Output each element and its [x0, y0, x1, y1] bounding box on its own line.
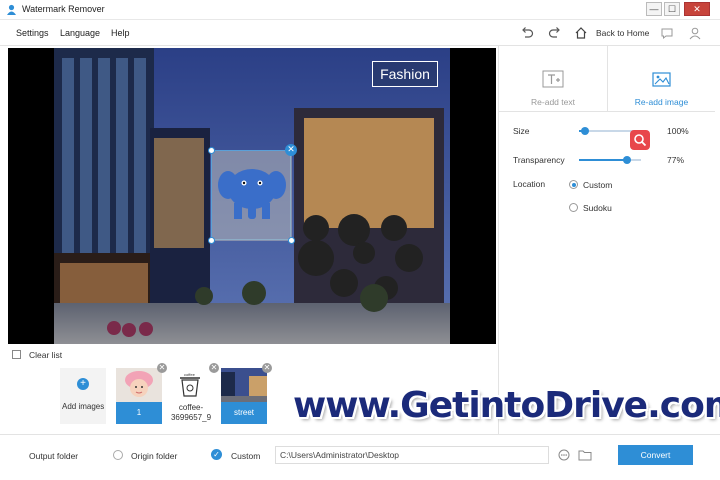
location-label: Location [513, 179, 546, 189]
remove-file-icon[interactable]: ✕ [157, 363, 167, 373]
convert-button[interactable]: Convert [618, 445, 693, 465]
output-bar: Output folder Origin folder ✓ Custom Con… [0, 434, 720, 480]
transparency-slider[interactable] [579, 156, 641, 164]
location-sudoku-label: Sudoku [583, 203, 612, 213]
origin-folder-radio[interactable] [113, 450, 123, 460]
transparency-slider-knob[interactable] [622, 156, 631, 164]
close-window-button[interactable]: ✕ [684, 2, 710, 16]
tab-re-add-text[interactable]: Re-add text [499, 46, 607, 112]
home-icon[interactable] [574, 26, 588, 40]
transparency-value: 77% [667, 155, 685, 165]
file-thumb-2[interactable]: coffee coffee-3699657_9 ✕ [168, 363, 219, 424]
back-to-home-link[interactable]: Back to Home [596, 28, 649, 38]
resize-handle-top-left[interactable] [208, 147, 215, 154]
thumb-caption-1: 1 [116, 402, 162, 424]
image-watermark-selection[interactable] [211, 150, 292, 241]
plus-icon: + [77, 378, 89, 390]
redo-icon[interactable] [548, 26, 562, 40]
menu-help[interactable]: Help [111, 28, 130, 38]
site-watermark-text: www.GetintoDrive.com [293, 385, 720, 426]
user-icon[interactable] [688, 26, 702, 40]
thumb-image-baby [116, 368, 162, 402]
custom-folder-radio[interactable]: ✓ [211, 449, 222, 460]
settings-panel: Re-add text Re-add image Size 100% Trans… [498, 46, 720, 434]
thumb-caption-2: coffee-3699657_9 [170, 403, 212, 422]
remove-file-icon[interactable]: ✕ [262, 363, 272, 373]
elephant-watermark [212, 151, 292, 241]
clear-list-checkbox[interactable] [12, 350, 21, 359]
transparency-label: Transparency [513, 155, 565, 165]
title-bar: Watermark Remover — ☐ ✕ [0, 0, 720, 20]
tab-re-add-image[interactable]: Re-add image [607, 46, 715, 112]
transparency-slider-fill [579, 159, 627, 161]
image-icon [652, 72, 671, 87]
add-images-button[interactable]: + Add images [60, 368, 106, 424]
folder-icon[interactable] [578, 449, 592, 461]
file-thumb-3[interactable]: street ✕ [221, 363, 272, 424]
text-watermark[interactable]: Fashion [372, 61, 438, 87]
search-icon [634, 134, 647, 147]
output-folder-label: Output folder [29, 451, 79, 461]
svg-text:coffee: coffee [184, 372, 196, 377]
add-images-label: Add images [62, 402, 105, 411]
tab-label-text: Re-add text [531, 97, 575, 107]
tab-label-image: Re-add image [634, 97, 689, 107]
minimize-button[interactable]: — [646, 2, 662, 16]
location-custom-radio[interactable] [569, 180, 578, 189]
file-thumb-1[interactable]: 1 ✕ [116, 363, 167, 424]
size-value: 100% [667, 126, 689, 136]
undo-icon[interactable] [520, 26, 534, 40]
remove-watermark-icon[interactable]: ✕ [285, 144, 297, 156]
resize-handle-bottom-right[interactable] [288, 237, 295, 244]
menu-bar: Settings Language Help Back to Home [0, 20, 720, 46]
zoom-button[interactable] [630, 130, 650, 150]
resize-handle-bottom-left[interactable] [208, 237, 215, 244]
size-label: Size [513, 126, 530, 136]
maximize-button[interactable]: ☐ [664, 2, 680, 16]
location-custom-label: Custom [583, 180, 613, 190]
custom-folder-label[interactable]: Custom [231, 451, 260, 461]
window-title: Watermark Remover [22, 4, 105, 14]
location-sudoku-radio[interactable] [569, 203, 578, 212]
remove-file-icon[interactable]: ✕ [209, 363, 219, 373]
feedback-icon[interactable] [660, 26, 674, 40]
text-icon [542, 70, 564, 88]
output-path-field[interactable] [275, 446, 549, 464]
more-options-icon[interactable] [558, 449, 570, 461]
size-slider-knob[interactable] [581, 127, 590, 135]
clear-list-label[interactable]: Clear list [29, 350, 62, 360]
app-logo-icon [7, 4, 16, 15]
menu-settings[interactable]: Settings [16, 28, 49, 38]
thumb-image-coffee: coffee [168, 368, 214, 402]
thumb-image-street [221, 368, 267, 402]
thumb-caption-3: street [221, 402, 267, 424]
origin-folder-label[interactable]: Origin folder [131, 451, 177, 461]
menu-language[interactable]: Language [60, 28, 100, 38]
